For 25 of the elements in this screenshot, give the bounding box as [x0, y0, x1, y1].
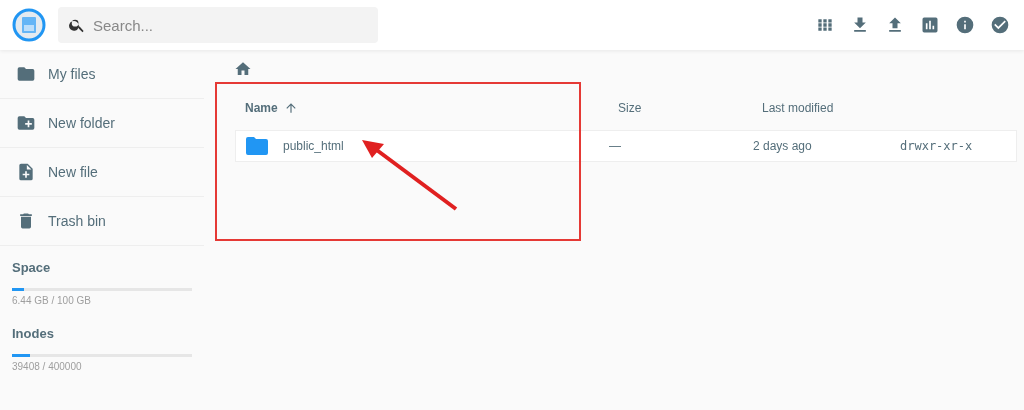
sidebar-item[interactable]: My files [0, 50, 204, 99]
file-size: — [609, 139, 622, 153]
column-header[interactable]: Size [618, 101, 762, 115]
folder-icon [245, 135, 269, 157]
usage-title: Space [12, 260, 52, 275]
search-field[interactable]: Search... [58, 7, 378, 43]
sidebar-item[interactable]: New folder [0, 99, 204, 148]
file-plus-icon [16, 162, 36, 182]
column-header[interactable]: Last modified [762, 101, 909, 115]
file-row[interactable]: public_html — 2 days ago drwxr-xr-x [235, 130, 1017, 162]
folder-icon [16, 64, 36, 84]
sidebar-item[interactable]: New file [0, 148, 204, 197]
sidebar-item[interactable]: Trash bin [0, 197, 204, 246]
logo-icon[interactable] [12, 8, 46, 42]
usage-reading: 6.44 GB / 100 GB [12, 295, 92, 306]
usage-reading: 39408 / 400000 [12, 361, 83, 372]
file-name: public_html [283, 139, 344, 153]
home-icon[interactable] [234, 60, 252, 78]
folder-plus-icon [16, 113, 36, 133]
file-permissions: drwxr-xr-x [900, 139, 974, 153]
file-modified: 2 days ago [753, 139, 813, 153]
info-icon[interactable] [955, 15, 975, 35]
bar-chart-icon[interactable] [920, 15, 940, 35]
column-header[interactable]: Name [245, 101, 618, 115]
usage-title: Inodes [12, 326, 55, 341]
